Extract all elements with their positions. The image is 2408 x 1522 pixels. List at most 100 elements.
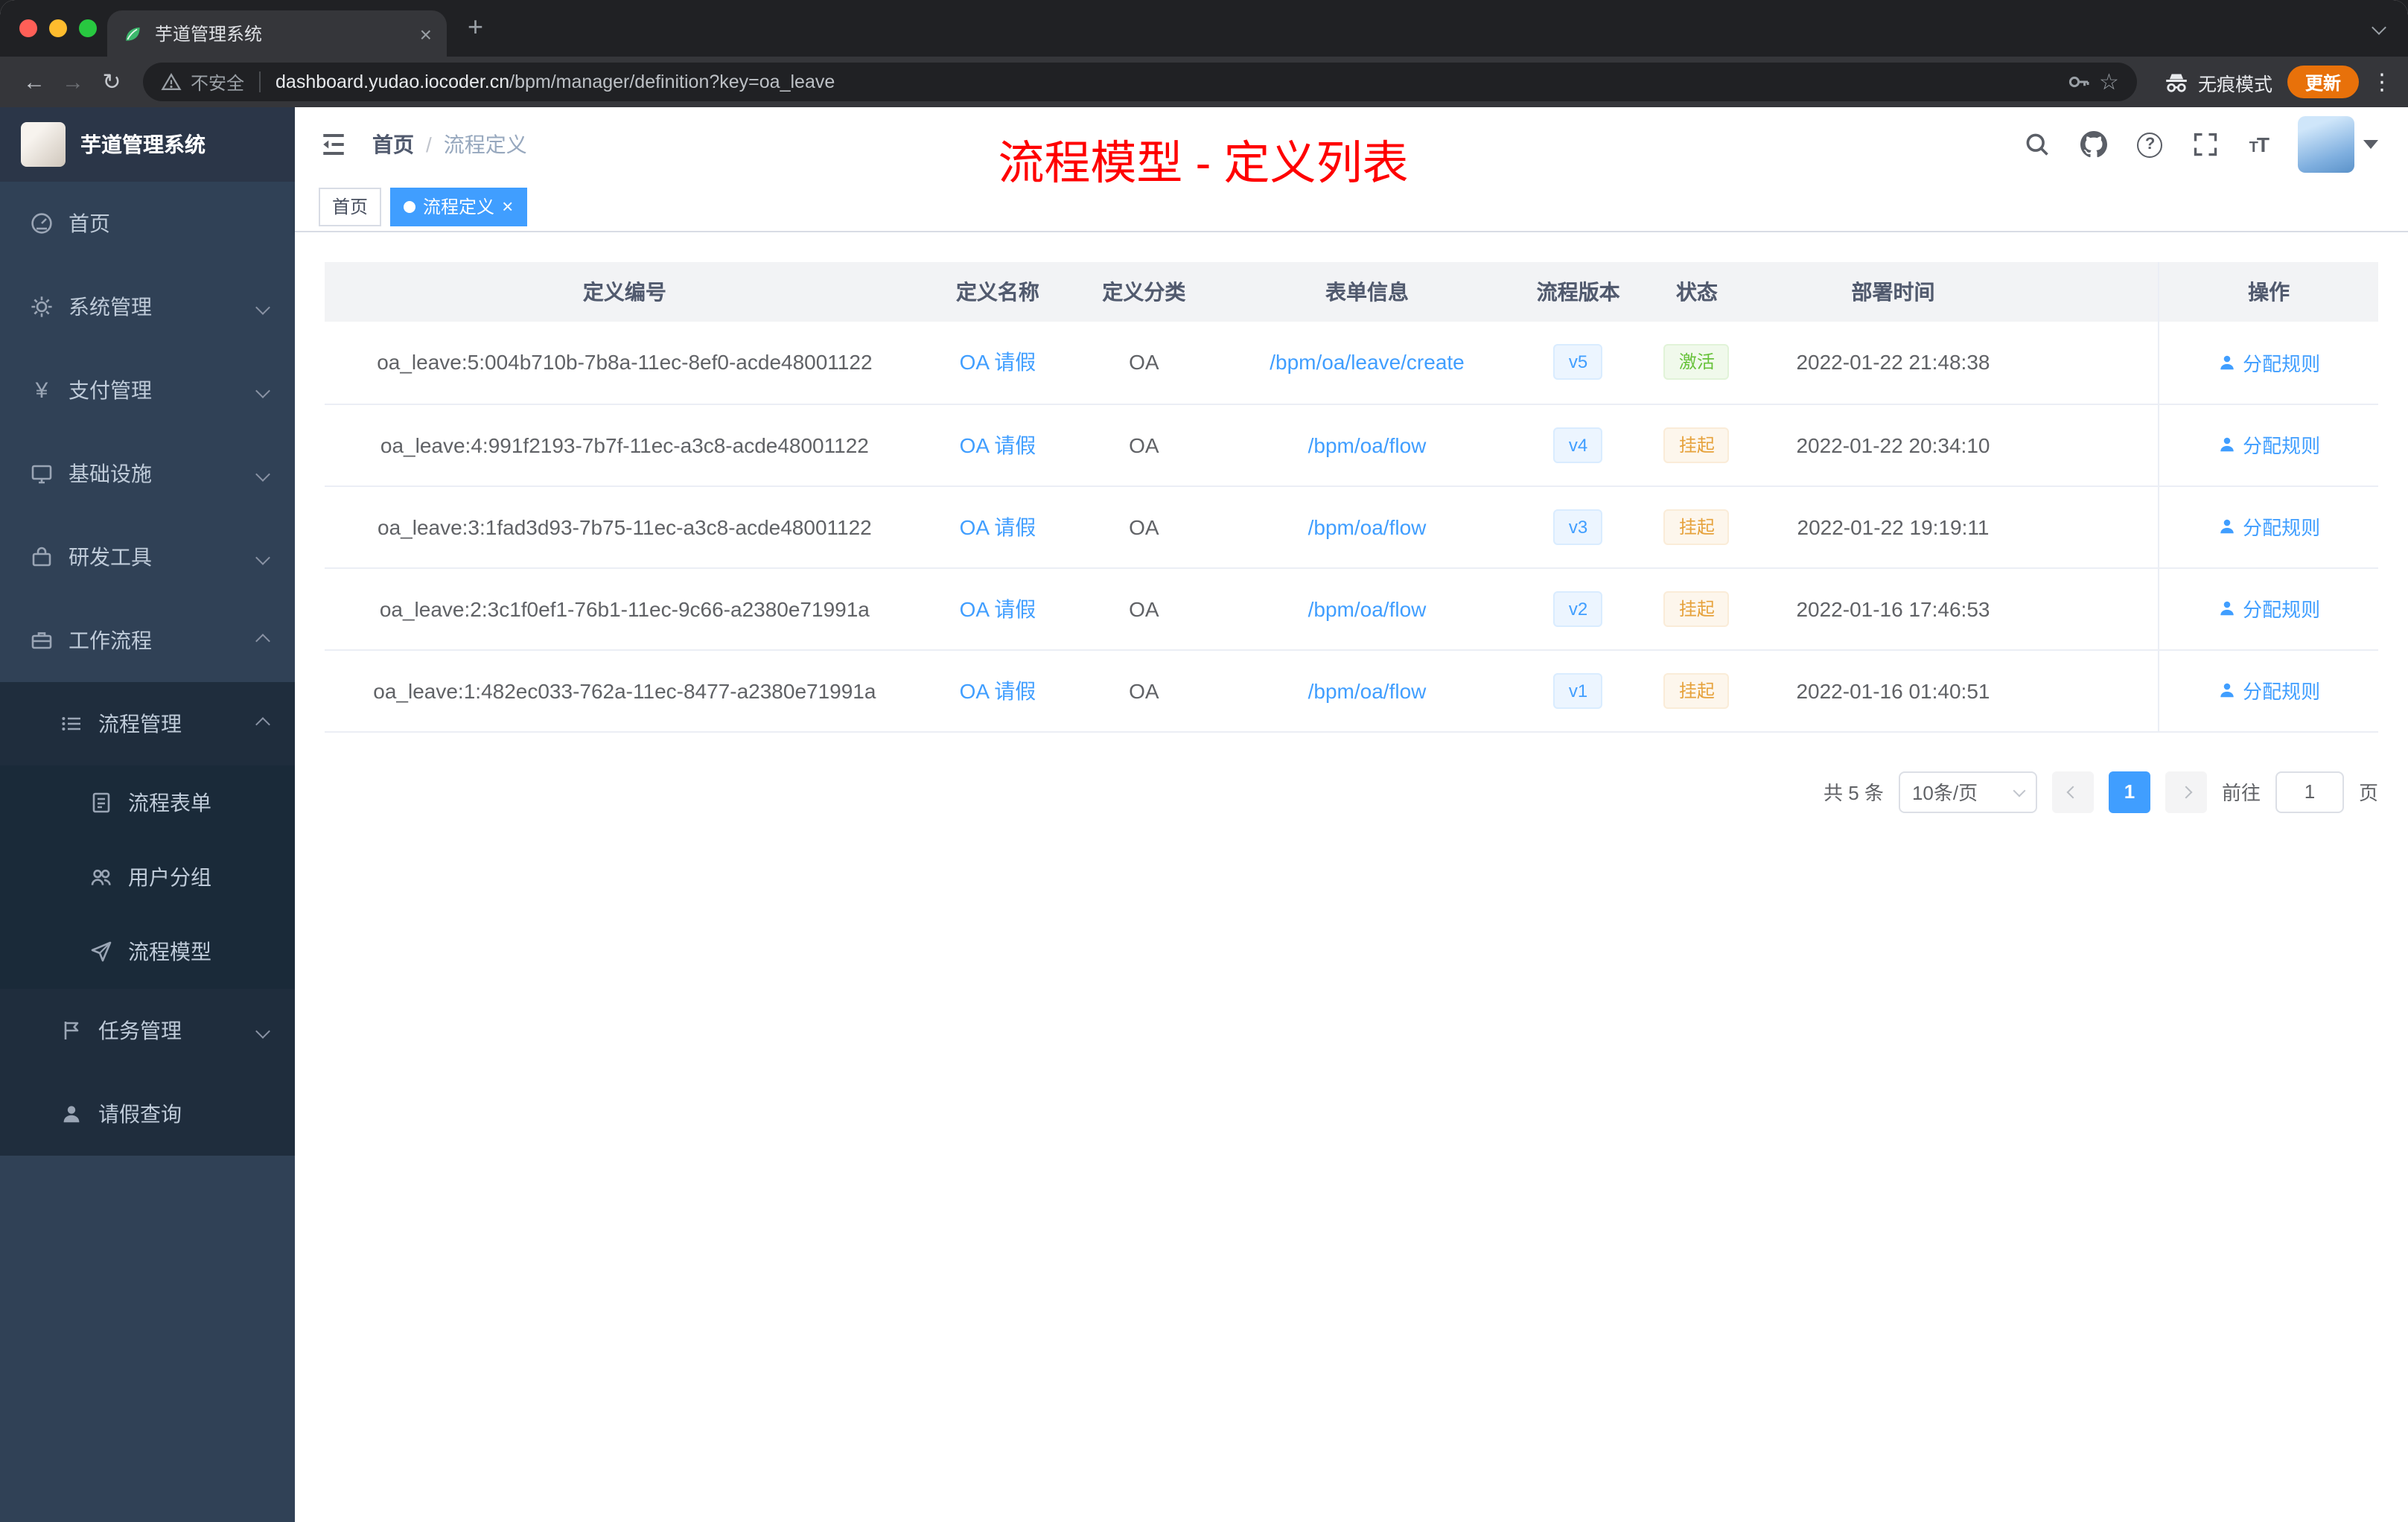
definition-name-link[interactable]: OA 请假 — [960, 351, 1036, 375]
address-bar[interactable]: 不安全 dashboard.yudao.iocoder.cn/bpm/manag… — [143, 63, 2137, 101]
col-definition-id: 定义编号 — [325, 262, 925, 322]
sidebar-item-task-management[interactable]: 任务管理 — [0, 989, 295, 1072]
tag-home[interactable]: 首页 — [319, 187, 382, 226]
form-link[interactable]: /bpm/oa/flow — [1308, 678, 1427, 702]
breadcrumb-home[interactable]: 首页 — [372, 130, 414, 159]
forward-button[interactable]: → — [54, 69, 92, 95]
status-badge: 挂起 — [1663, 672, 1730, 708]
breadcrumb-current: 流程定义 — [443, 133, 527, 156]
avatar[interactable] — [2298, 116, 2354, 173]
browser-tab[interactable]: 芋道管理系统 × — [107, 10, 447, 57]
sidebar-item-process-management[interactable]: 流程管理 — [0, 682, 295, 765]
tab-close-icon[interactable]: × — [420, 23, 432, 44]
definition-name-link[interactable]: OA 请假 — [960, 678, 1036, 702]
lock-icon — [32, 547, 51, 567]
definition-id: oa_leave:1:482ec033-762a-11ec-8477-a2380… — [325, 649, 925, 732]
form-link[interactable]: /bpm/oa/leave/create — [1270, 351, 1465, 375]
table-row: oa_leave:3:1fad3d93-7b75-11ec-a3c8-acde4… — [325, 485, 2378, 568]
form-link[interactable]: /bpm/oa/flow — [1308, 515, 1427, 538]
assign-rule-link[interactable]: 分配规则 — [2217, 512, 2320, 541]
sidebar-item-infrastructure[interactable]: 基础设施 — [0, 432, 295, 515]
user-menu[interactable] — [2298, 116, 2378, 173]
col-definition-category: 定义分类 — [1071, 262, 1217, 322]
monitor-icon — [31, 465, 52, 484]
deploy-time: 2022-01-22 20:34:10 — [1754, 404, 2032, 486]
form-link[interactable]: /bpm/oa/flow — [1308, 433, 1427, 456]
browser-menu-icon[interactable]: ⋮ — [2371, 69, 2393, 95]
goto-label: 前往 — [2221, 782, 2261, 804]
incognito-badge: 无痕模式 — [2164, 68, 2272, 96]
assign-rule-link[interactable]: 分配规则 — [2217, 594, 2320, 623]
chevron-down-icon — [255, 1023, 270, 1038]
table-row: oa_leave:1:482ec033-762a-11ec-8477-a2380… — [325, 649, 2378, 732]
assign-rule-link[interactable]: 分配规则 — [2217, 676, 2320, 704]
sidebar-item-payment[interactable]: ¥ 支付管理 — [0, 348, 295, 432]
page-size-select[interactable]: 10条/页 — [1898, 771, 2037, 812]
reload-button[interactable]: ↻ — [92, 69, 131, 95]
definition-id: oa_leave:4:991f2193-7b7f-11ec-a3c8-acde4… — [325, 404, 925, 486]
prev-page-button[interactable] — [2051, 771, 2094, 812]
pagination-total: 共 5 条 — [1823, 782, 1884, 804]
tab-search-icon[interactable] — [2372, 20, 2386, 35]
back-button[interactable]: ← — [15, 69, 54, 95]
col-form-info: 表单信息 — [1217, 262, 1517, 322]
definition-name-link[interactable]: OA 请假 — [960, 515, 1036, 538]
sidebar-item-process-model[interactable]: 流程模型 — [0, 914, 295, 989]
col-definition-name: 定义名称 — [924, 262, 1071, 322]
version-badge: v3 — [1553, 509, 1603, 544]
table-filler-cell — [2031, 567, 2159, 650]
person-icon — [2220, 683, 2234, 698]
breadcrumb-separator: / — [426, 133, 432, 156]
hamburger-icon[interactable] — [319, 130, 348, 159]
password-key-icon[interactable] — [2066, 70, 2090, 94]
deploy-time: 2022-01-22 19:19:11 — [1754, 485, 2032, 568]
definition-id: oa_leave:3:1fad3d93-7b75-11ec-a3c8-acde4… — [325, 485, 925, 568]
window-close-button[interactable] — [19, 19, 37, 37]
goto-page-input[interactable] — [2275, 771, 2344, 812]
definition-category: OA — [1071, 485, 1217, 568]
assign-rule-link[interactable]: 分配规则 — [2217, 430, 2320, 459]
definition-name-link[interactable]: OA 请假 — [960, 596, 1036, 620]
new-tab-button[interactable]: + — [468, 12, 483, 43]
help-icon[interactable]: ? — [2137, 132, 2163, 157]
dashboard-icon — [31, 213, 52, 234]
github-icon[interactable] — [2080, 131, 2108, 158]
tag-process-definition[interactable]: 流程定义 × — [390, 187, 527, 226]
person-icon — [2220, 601, 2234, 616]
definition-id: oa_leave:5:004b710b-7b8a-11ec-8ef0-acde4… — [325, 322, 925, 404]
browser-update-button[interactable]: 更新 — [2287, 66, 2359, 98]
sidebar-item-home[interactable]: 首页 — [0, 182, 295, 265]
fullscreen-icon[interactable] — [2193, 131, 2220, 158]
window-minimize-button[interactable] — [49, 19, 67, 37]
gear-icon — [31, 296, 52, 317]
sidebar-item-devtools[interactable]: 研发工具 — [0, 515, 295, 599]
table-filler-cell — [2031, 404, 2159, 486]
assign-rule-link[interactable]: 分配规则 — [2217, 348, 2320, 377]
window-zoom-button[interactable] — [79, 19, 97, 37]
definition-category: OA — [1071, 404, 1217, 486]
version-badge: v1 — [1553, 672, 1603, 708]
font-size-icon[interactable]: TT — [2249, 133, 2270, 156]
form-link[interactable]: /bpm/oa/flow — [1308, 596, 1427, 620]
table-row: oa_leave:4:991f2193-7b7f-11ec-a3c8-acde4… — [325, 404, 2378, 486]
sidebar-item-user-group[interactable]: 用户分组 — [0, 840, 295, 914]
page-annotation: 流程模型 - 定义列表 — [998, 137, 1409, 189]
status-badge: 挂起 — [1663, 590, 1730, 626]
sidebar-item-process-form[interactable]: 流程表单 — [0, 765, 295, 840]
tag-close-icon[interactable]: × — [502, 197, 513, 216]
definition-category: OA — [1071, 649, 1217, 732]
briefcase-icon — [31, 632, 52, 649]
sidebar-item-workflow[interactable]: 工作流程 — [0, 599, 295, 682]
not-secure-warning-icon — [161, 72, 182, 90]
definition-name-link[interactable]: OA 请假 — [960, 433, 1036, 456]
sidebar-item-leave-query[interactable]: 请假查询 — [0, 1072, 295, 1156]
next-page-button[interactable] — [2165, 771, 2207, 812]
status-badge: 挂起 — [1663, 427, 1730, 462]
chevron-down-icon — [255, 550, 270, 564]
col-filler — [2031, 262, 2159, 322]
page-number-button[interactable]: 1 — [2108, 771, 2150, 812]
bookmark-star-icon[interactable]: ☆ — [2099, 69, 2119, 95]
search-icon[interactable] — [2025, 131, 2051, 158]
sidebar-item-system[interactable]: 系统管理 — [0, 265, 295, 348]
todo-list-icon — [62, 717, 80, 730]
